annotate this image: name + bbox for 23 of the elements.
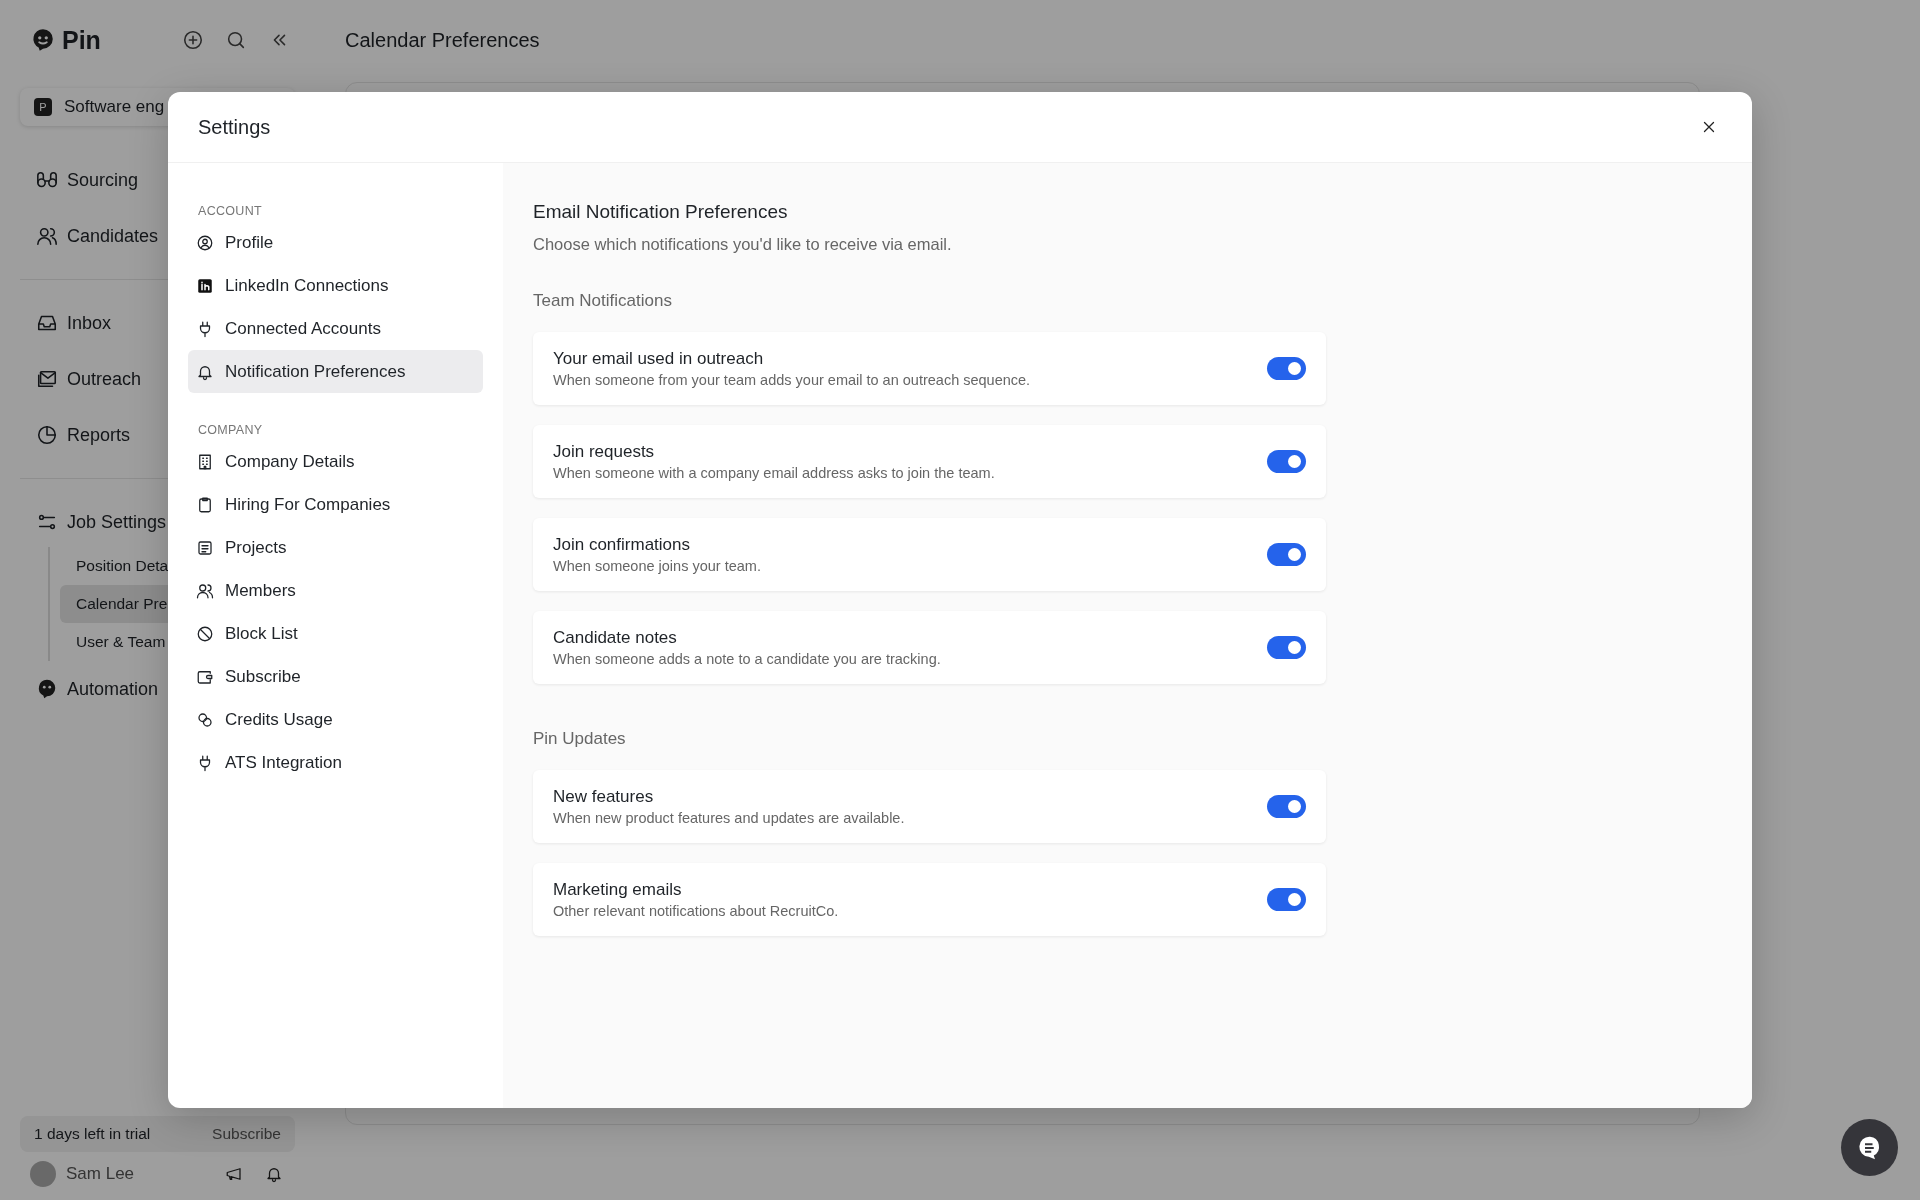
notification-title: New features (553, 787, 655, 807)
page-title: Calendar Preferences (345, 27, 541, 53)
content-subtitle: Choose which notifications you'd like to receive via email. (533, 235, 953, 254)
notification-description: When someone adds a note to a candidate you are tracking. (553, 651, 941, 667)
section-heading: COMPANY (197, 422, 264, 439)
notification-description: When new product features and updates are available. (553, 810, 905, 826)
notification-description: Other relevant notifications about RecruitCo. (553, 903, 839, 919)
section-heading: ACCOUNT (197, 203, 263, 220)
group-heading: Team Notifications (533, 290, 673, 312)
app-logo-text: Pin (62, 25, 101, 55)
notification-description: When someone from your team adds your email to an outreach sequence. (553, 372, 1031, 388)
content-title: Email Notification Preferences (533, 200, 789, 224)
group-heading: Pin Updates (533, 728, 627, 750)
workspace-badge: P (34, 98, 52, 116)
notification-title: Join requests (553, 442, 656, 462)
notification-description: When someone with a company email address asks to join the team. (553, 465, 995, 481)
user-name: Sam Lee (66, 1164, 135, 1184)
notification-title: Your email used in outreach (553, 349, 765, 369)
notification-title: Join confirmations (553, 535, 691, 555)
notification-title: Candidate notes (553, 628, 678, 648)
trial-text: 1 days left in trial (34, 1125, 151, 1143)
notification-title: Marketing emails (553, 880, 683, 900)
notification-description: When someone joins your team. (553, 558, 761, 574)
